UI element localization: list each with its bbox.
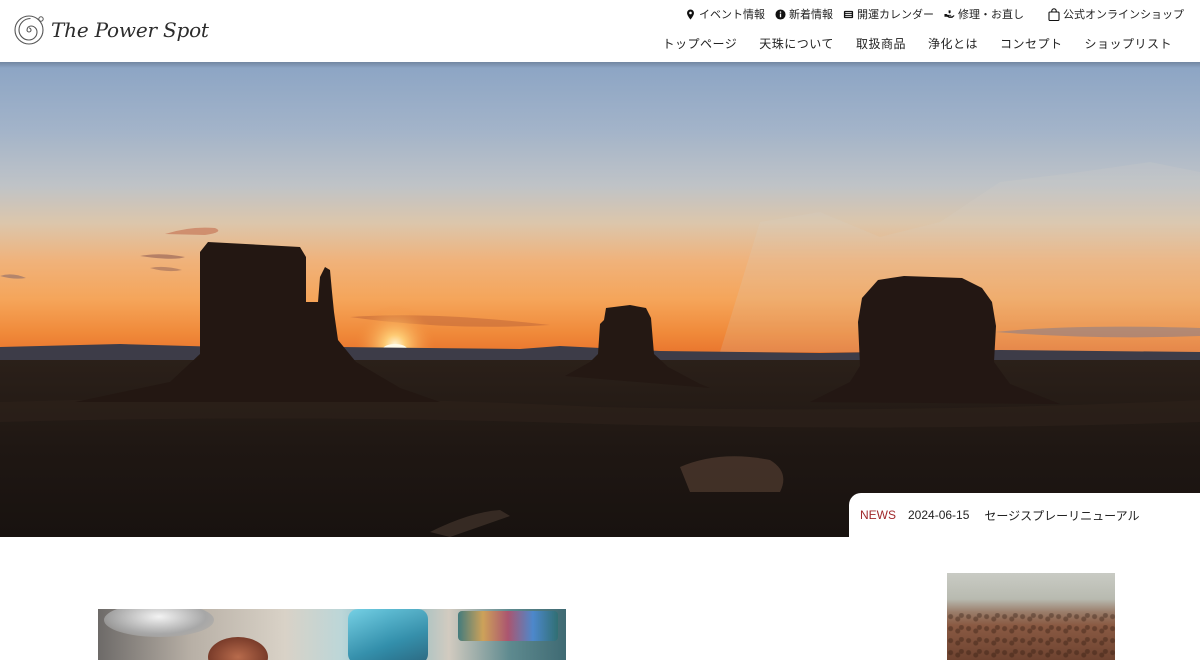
sand-texture — [947, 613, 1115, 660]
news-label: NEWS — [860, 508, 896, 522]
util-item-label: 開運カレンダー — [857, 8, 934, 21]
news-ticker[interactable]: NEWS 2024-06-15 セージスプレーリニューアル — [849, 493, 1200, 537]
nav-item-products[interactable]: 取扱商品 — [856, 35, 906, 52]
nav-item-shop-list[interactable]: ショップリスト — [1084, 35, 1172, 52]
online-shop-link[interactable]: 公式オンラインショップ — [1048, 6, 1184, 22]
blue-bottle-shape — [348, 609, 428, 660]
util-item-news[interactable]: 新着情報 — [775, 6, 833, 22]
hero-image — [0, 162, 1200, 537]
utility-nav: イベント情報 新着情報 開運カレンダー 修理・お直し 公式オンラインショップ — [685, 6, 1184, 22]
nav-item-purification[interactable]: 浄化とは — [928, 35, 978, 52]
shell-shape — [208, 637, 268, 660]
map-pin-icon — [687, 8, 694, 20]
news-title-link[interactable]: セージスプレーリニューアル — [984, 507, 1139, 524]
nav-item-top[interactable]: トップページ — [663, 35, 738, 52]
brand-name: The Power Spot — [51, 18, 209, 42]
site-header: The Power Spot イベント情報 新着情報 開運カレンダー 修理・お直… — [0, 0, 1200, 62]
info-icon — [775, 8, 786, 20]
repair-hand-icon — [944, 9, 955, 18]
main-nav: トップページ 天珠について 取扱商品 浄化とは コンセプト ショップリスト — [663, 35, 1172, 52]
util-item-label: イベント情報 — [699, 8, 765, 21]
side-photo-sand[interactable] — [947, 573, 1115, 660]
crystal-ball-shape — [104, 609, 214, 637]
hero-banner — [0, 62, 1200, 537]
calendar-book-icon — [843, 10, 854, 18]
spiral-logo-icon — [14, 15, 44, 45]
nav-item-concept[interactable]: コンセプト — [1000, 35, 1063, 52]
brand-logo[interactable]: The Power Spot — [14, 14, 209, 46]
online-shop-label: 公式オンラインショップ — [1063, 8, 1184, 21]
shopping-bag-icon — [1048, 7, 1060, 21]
util-item-calendar[interactable]: 開運カレンダー — [843, 6, 934, 22]
util-item-label: 修理・お直し — [958, 8, 1024, 21]
feature-photo-crystals[interactable] — [98, 609, 566, 660]
news-date: 2024-06-15 — [908, 508, 970, 522]
util-item-label: 新着情報 — [789, 8, 833, 21]
util-item-events[interactable]: イベント情報 — [685, 6, 765, 22]
header-shadow — [0, 62, 1200, 68]
beaded-item-shape — [458, 611, 558, 641]
util-item-repair[interactable]: 修理・お直し — [944, 6, 1024, 22]
nav-item-about-dzi[interactable]: 天珠について — [759, 35, 834, 52]
